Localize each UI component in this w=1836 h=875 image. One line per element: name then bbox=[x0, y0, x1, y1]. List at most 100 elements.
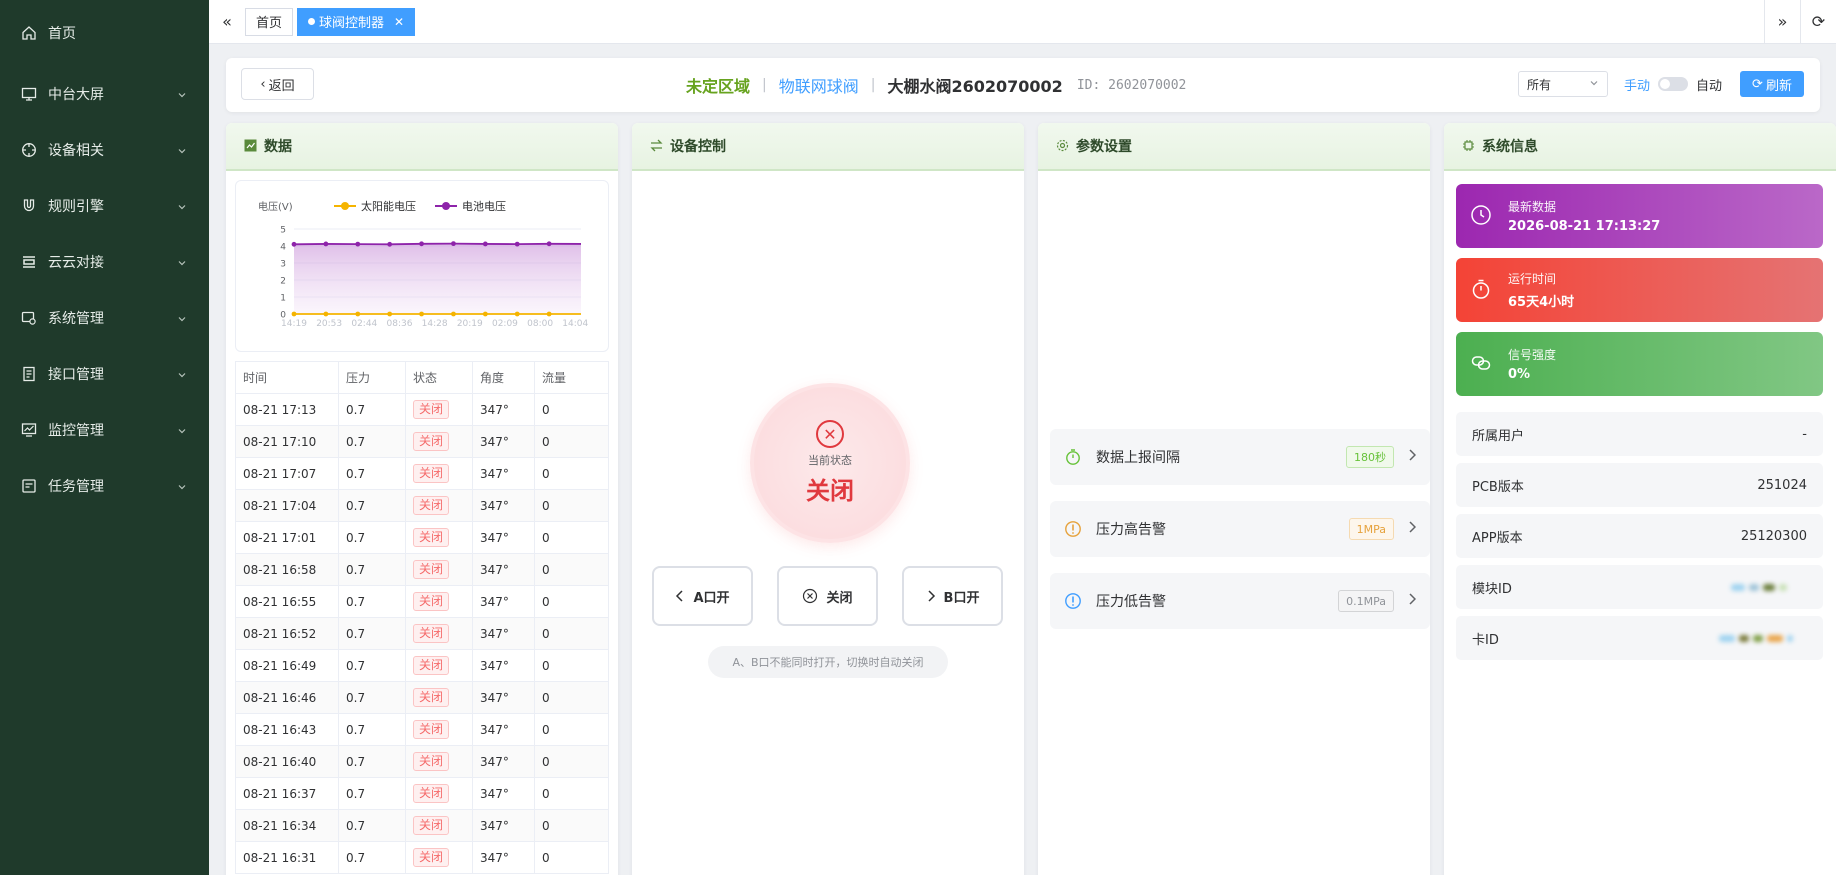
refresh-button[interactable]: ⟳ 刷新 bbox=[1740, 71, 1804, 97]
control-panel-header: 设备控制 bbox=[632, 123, 1024, 171]
sidebar-item-monitor[interactable]: 监控管理 bbox=[0, 402, 209, 458]
table-row: 08-21 16:34 0.7 关闭 347° 0 bbox=[235, 809, 609, 842]
sidebar-item-label: 接口管理 bbox=[48, 367, 104, 383]
close-valve-button[interactable]: 关闭 bbox=[777, 566, 878, 626]
card-id-row: 卡ID bbox=[1456, 616, 1823, 660]
y-tick-label: 3 bbox=[280, 260, 286, 270]
cell-angle: 347° bbox=[472, 393, 535, 426]
cell-pressure: 0.7 bbox=[338, 521, 406, 554]
scroll-right-button[interactable]: » bbox=[1764, 0, 1800, 44]
magnet-icon bbox=[20, 197, 38, 215]
scroll-left-button[interactable]: « bbox=[209, 0, 245, 44]
battery-point bbox=[387, 241, 393, 247]
cell-pressure: 0.7 bbox=[338, 841, 406, 874]
sidebar-item-api[interactable]: 接口管理 bbox=[0, 346, 209, 402]
battery-point bbox=[355, 241, 361, 247]
voltage-chart-svg: 电压(V) 太阳能电压 电池电压01234514:19 20:53 02:44 08:36… bbox=[258, 199, 589, 329]
cell-pressure: 0.7 bbox=[338, 713, 406, 746]
sidebar: 首页 中台大屏 设备相关 规则引擎 云云对接 系统管理 接口管理 监控管理 任务… bbox=[0, 0, 209, 875]
kv-key: PCB版本 bbox=[1472, 479, 1524, 495]
x-tick-label: 02:09 bbox=[492, 319, 518, 329]
table-row: 08-21 16:55 0.7 关闭 347° 0 bbox=[235, 585, 609, 618]
cell-pressure: 0.7 bbox=[338, 393, 406, 426]
card-value: 2026-08-21 17:13:27 bbox=[1508, 219, 1661, 234]
cell-time: 08-21 16:49 bbox=[235, 649, 339, 682]
status-badge: 关闭 bbox=[413, 496, 450, 515]
panel-title: 参数设置 bbox=[1076, 139, 1132, 155]
cell-pressure: 0.7 bbox=[338, 681, 406, 714]
x-tick-label: 20:53 bbox=[316, 319, 342, 329]
reload-button[interactable]: ⟳ bbox=[1800, 0, 1836, 44]
open-a-button[interactable]: A口开 bbox=[652, 566, 753, 626]
cell-flow: 0 bbox=[534, 521, 609, 554]
tab-home[interactable]: 首页 bbox=[245, 7, 294, 36]
data-panel: 数据 电压(V) 太阳能电压 电池电压 0 1 2 3 4 5 14:19 20:53 02:44 08… bbox=[226, 123, 618, 875]
sidebar-item-label: 监控管理 bbox=[48, 423, 104, 439]
col-time: 时间 bbox=[235, 361, 339, 394]
col-status: 状态 bbox=[405, 361, 473, 394]
legend-marker bbox=[341, 202, 349, 210]
solar-point bbox=[323, 311, 329, 317]
params-panel: 参数设置 数据上报间隔 180秒 压力高告警 1MPa 压力低告警 0.1MPa bbox=[1038, 123, 1430, 875]
y-tick-label: 5 bbox=[280, 226, 286, 236]
separator: | bbox=[870, 77, 876, 93]
panel-title: 设备控制 bbox=[670, 139, 726, 155]
param-value-badge: 0.1MPa bbox=[1338, 590, 1394, 612]
close-circle-icon: ✕ bbox=[816, 420, 844, 448]
x-tick-label: 14:28 bbox=[422, 319, 448, 329]
settings-icon bbox=[20, 309, 38, 327]
param-report-interval[interactable]: 数据上报间隔 180秒 bbox=[1050, 429, 1430, 485]
cell-time: 08-21 17:07 bbox=[235, 457, 339, 490]
table-row: 08-21 16:37 0.7 关闭 347° 0 bbox=[235, 777, 609, 810]
y-tick-label: 2 bbox=[280, 277, 286, 287]
open-b-button[interactable]: B口开 bbox=[902, 566, 1003, 626]
kv-value: 251024 bbox=[1757, 477, 1807, 493]
solar-point bbox=[291, 311, 297, 317]
tab-valve-controller[interactable]: 球阀控制器 ✕ bbox=[297, 7, 416, 36]
sidebar-item-dashboard[interactable]: 中台大屏 bbox=[0, 66, 209, 122]
cell-flow: 0 bbox=[534, 649, 609, 682]
filter-select[interactable]: 所有 bbox=[1517, 71, 1608, 97]
card-value: 65天4小时 bbox=[1508, 295, 1575, 310]
chip-icon bbox=[1462, 139, 1476, 153]
cell-angle: 347° bbox=[472, 585, 535, 618]
x-tick-label: 20:19 bbox=[457, 319, 483, 329]
table-row: 08-21 17:04 0.7 关闭 347° 0 bbox=[235, 489, 609, 522]
status-badge: 关闭 bbox=[413, 784, 450, 803]
redacted-value bbox=[1731, 583, 1787, 591]
sidebar-item-cloud[interactable]: 云云对接 bbox=[0, 234, 209, 290]
x-tick-label: 08:36 bbox=[387, 319, 413, 329]
switch-arrows-icon bbox=[650, 139, 664, 153]
info-icon bbox=[1064, 592, 1082, 610]
mode-toggle[interactable] bbox=[1657, 77, 1688, 91]
chevron-left-icon bbox=[675, 589, 685, 603]
chevron-left-icon: ‹ bbox=[260, 76, 266, 92]
cell-flow: 0 bbox=[534, 841, 609, 874]
sidebar-item-rules[interactable]: 规则引擎 bbox=[0, 178, 209, 234]
param-pressure-low[interactable]: 压力低告警 0.1MPa bbox=[1050, 573, 1430, 629]
sidebar-item-label: 规则引擎 bbox=[48, 199, 104, 215]
cell-pressure: 0.7 bbox=[338, 489, 406, 522]
solar-point bbox=[482, 311, 488, 317]
close-icon[interactable]: ✕ bbox=[394, 15, 404, 29]
sidebar-item-device[interactable]: 设备相关 bbox=[0, 122, 209, 178]
monitor-icon bbox=[20, 85, 38, 103]
sidebar-item-tasks[interactable]: 任务管理 bbox=[0, 458, 209, 514]
cell-pressure: 0.7 bbox=[338, 585, 406, 618]
panel-title: 系统信息 bbox=[1482, 139, 1538, 155]
chevron-down-icon bbox=[177, 481, 187, 491]
device-header: ‹ 返回 未定区域 | 物联网球阀 | 大棚水阀2602070002 ID: 2… bbox=[226, 58, 1820, 112]
param-pressure-high[interactable]: 压力高告警 1MPa bbox=[1050, 501, 1430, 557]
battery-point bbox=[323, 241, 329, 247]
signal-card: 信号强度 0% bbox=[1456, 332, 1823, 396]
document-icon bbox=[20, 365, 38, 383]
y-tick-label: 1 bbox=[280, 294, 286, 304]
mode-manual-label[interactable]: 手动 bbox=[1624, 75, 1650, 94]
sidebar-item-system[interactable]: 系统管理 bbox=[0, 290, 209, 346]
separator: | bbox=[762, 77, 767, 93]
cell-time: 08-21 17:13 bbox=[235, 393, 339, 426]
back-button[interactable]: ‹ 返回 bbox=[241, 68, 314, 100]
sidebar-item-home[interactable]: 首页 bbox=[0, 0, 209, 66]
mode-auto-label[interactable]: 自动 bbox=[1696, 75, 1722, 94]
cell-status: 关闭 bbox=[405, 585, 473, 618]
